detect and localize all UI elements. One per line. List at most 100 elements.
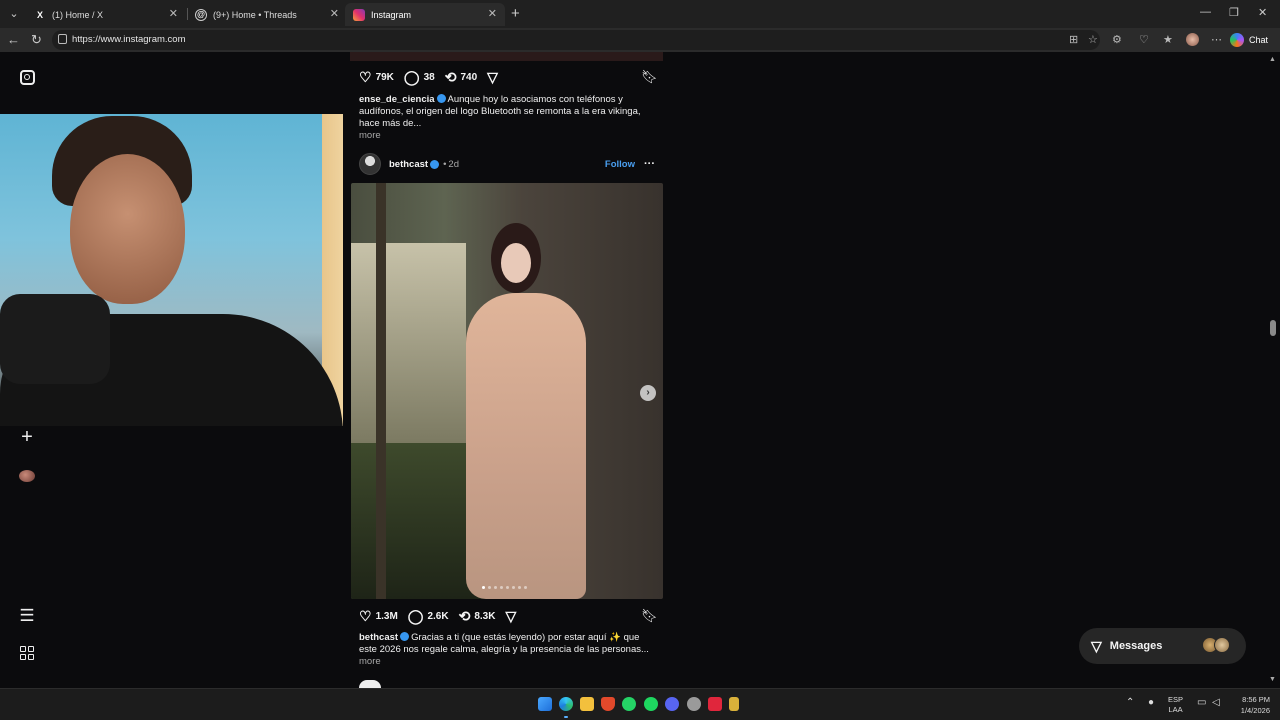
more-options-icon[interactable]: ⋯ <box>1211 33 1222 46</box>
comment-icon[interactable]: ◯ <box>404 69 420 86</box>
comment-icon[interactable]: ◯ <box>408 608 424 625</box>
active-app-indicator <box>564 716 568 718</box>
like-count[interactable]: 1.3M <box>376 611 398 622</box>
like-count[interactable]: 79K <box>376 72 394 83</box>
like-heart-icon[interactable]: ♡ <box>359 69 372 86</box>
system-clock[interactable]: 8:56 PM 1/4/2026 <box>1228 694 1270 716</box>
tab-instagram[interactable]: Instagram ✕ <box>345 3 505 26</box>
brave-icon[interactable] <box>601 697 615 711</box>
more-link[interactable]: more <box>359 656 381 667</box>
tab-threads[interactable]: @ (9+) Home • Threads ✕ <box>187 3 347 26</box>
like-heart-icon[interactable]: ♡ <box>359 608 372 625</box>
network-icon[interactable]: ▭ <box>1197 697 1206 708</box>
photo-subject <box>466 293 586 599</box>
instagram-page: + ☰ ♡ 79K ◯ 38 ⟲ 740 ▽ 🔖︎ ense_de_cienci… <box>0 52 1280 688</box>
refresh-icon[interactable]: ↻ <box>31 32 42 48</box>
post-username[interactable]: bethcast <box>389 159 428 170</box>
repost-count[interactable]: 8.3K <box>474 611 495 622</box>
repost-icon[interactable]: ⟲ <box>445 69 457 86</box>
clock-date: 1/4/2026 <box>1240 706 1270 715</box>
menu-icon[interactable]: ☰ <box>17 606 37 626</box>
messages-button[interactable]: ▽ Messages <box>1079 628 1246 664</box>
clock-time: 8:56 PM <box>1242 695 1270 704</box>
create-icon[interactable]: + <box>17 427 37 447</box>
tab-x[interactable]: X (1) Home / X ✕ <box>26 3 186 26</box>
carousel-next-button[interactable]: › <box>640 385 656 401</box>
input-language[interactable]: ESP LAA <box>1168 695 1183 715</box>
more-link[interactable]: more <box>359 130 381 141</box>
volume-icon[interactable]: ◁ <box>1212 697 1220 708</box>
close-icon[interactable]: ✕ <box>330 7 339 20</box>
spotify-icon[interactable] <box>644 697 658 711</box>
post-time[interactable]: 2d <box>448 159 459 170</box>
comment-count[interactable]: 2.6K <box>427 611 448 622</box>
tab-actions-menu-icon[interactable]: ⌄ <box>4 4 24 24</box>
browser-tab-bar: ⌄ X (1) Home / X ✕ @ (9+) Home • Threads… <box>0 0 1280 28</box>
post-author-avatar[interactable] <box>359 153 381 175</box>
microphone-icon[interactable]: ● <box>1148 697 1154 708</box>
close-icon[interactable]: ✕ <box>169 7 178 20</box>
bookmark-icon[interactable]: 🔖︎ <box>641 608 658 624</box>
carousel-indicator <box>482 586 527 589</box>
app-available-icon[interactable]: ⊞ <box>1069 33 1078 46</box>
post-separator: • <box>443 158 447 170</box>
share-icon[interactable]: ▽ <box>505 608 516 625</box>
repost-count[interactable]: 740 <box>460 72 477 83</box>
post-header: bethcast • 2d Follow ··· <box>359 153 664 175</box>
close-icon[interactable]: ✕ <box>488 7 497 20</box>
edge-icon[interactable] <box>559 697 573 711</box>
repost-icon[interactable]: ⟲ <box>459 608 471 625</box>
instagram-home-icon[interactable] <box>17 67 37 87</box>
extensions-icon[interactable]: ⚙ <box>1112 33 1122 46</box>
scrollbar-thumb[interactable] <box>1270 320 1276 336</box>
file-explorer-icon[interactable] <box>580 697 594 711</box>
scroll-up-icon[interactable]: ▲ <box>1269 56 1276 63</box>
next-post-avatar[interactable] <box>359 680 381 688</box>
browser-essentials-icon[interactable]: ♡ <box>1139 33 1149 46</box>
taskbar: ⌃ ● ESP LAA ▭ ◁ 8:56 PM 1/4/2026 <box>0 688 1280 720</box>
new-tab-button[interactable]: + <box>511 5 520 22</box>
lightshot-icon[interactable] <box>729 697 739 711</box>
previous-post-image[interactable] <box>350 52 663 61</box>
profile-avatar[interactable] <box>1186 33 1199 46</box>
profile-avatar[interactable] <box>17 466 37 486</box>
restore-icon[interactable]: ❐ <box>1229 6 1239 19</box>
carousel-dot <box>524 586 527 589</box>
discord-icon[interactable] <box>665 697 679 711</box>
message-avatar <box>1214 637 1230 653</box>
minimize-icon[interactable]: — <box>1200 6 1211 18</box>
streamer-face <box>70 154 185 304</box>
start-icon[interactable] <box>538 697 552 711</box>
previous-post-actions: ♡ 79K ◯ 38 ⟲ 740 ▽ <box>359 69 502 86</box>
copilot-icon <box>1230 33 1244 47</box>
also-from-meta-icon[interactable] <box>17 643 37 663</box>
scrollbar[interactable]: ▲ ▼ <box>1266 52 1280 688</box>
scroll-down-icon[interactable]: ▼ <box>1269 676 1276 683</box>
threads-logo-icon: @ <box>195 8 207 21</box>
share-icon[interactable]: ▽ <box>487 69 498 86</box>
direct-message-icon: ▽ <box>1091 637 1102 654</box>
caption-username[interactable]: bethcast <box>359 632 398 643</box>
streaming-app-icon[interactable] <box>708 697 722 711</box>
favorites-icon[interactable]: ★ <box>1163 33 1173 46</box>
comment-count[interactable]: 38 <box>424 72 435 83</box>
microphone <box>0 294 110 384</box>
carousel-dot <box>518 586 521 589</box>
carousel-dot <box>494 586 497 589</box>
follow-button[interactable]: Follow <box>605 159 635 170</box>
back-arrow-icon[interactable]: ← <box>7 32 20 47</box>
post-options-icon[interactable]: ··· <box>644 158 655 170</box>
carousel-dot <box>500 586 503 589</box>
favorite-star-icon[interactable]: ☆ <box>1088 33 1098 46</box>
caption-username[interactable]: ense_de_ciencia <box>359 94 435 105</box>
whatsapp-icon[interactable] <box>622 697 636 711</box>
post-image[interactable]: › <box>351 183 663 599</box>
bookmark-icon[interactable]: 🔖︎ <box>641 69 658 85</box>
tab-label: (9+) Home • Threads <box>213 9 297 20</box>
show-hidden-icons[interactable]: ⌃ <box>1126 697 1134 708</box>
close-window-icon[interactable]: ✕ <box>1258 6 1267 19</box>
copilot-chat-button[interactable]: Chat <box>1230 31 1268 49</box>
settings-icon[interactable] <box>687 697 701 711</box>
address-bar[interactable]: https://www.instagram.com <box>52 30 1100 50</box>
carousel-dot <box>512 586 515 589</box>
